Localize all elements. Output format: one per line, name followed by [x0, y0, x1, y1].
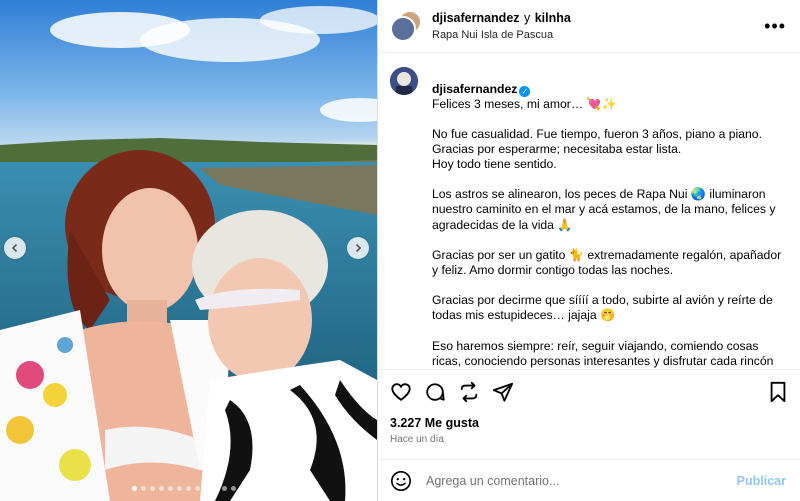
caption-paragraph-4: Gracias por decirme que síííí a todo, su…	[432, 293, 773, 323]
avatar-image	[390, 67, 418, 95]
carousel-dot	[231, 486, 236, 491]
bookmark-icon[interactable]	[768, 381, 788, 403]
caption-paragraph-5: Eso haremos siempre: reír, seguir viajan…	[432, 338, 774, 368]
post-authors: djisafernandez y kilnha Rapa Nui Isla de…	[432, 9, 764, 44]
carousel-dot	[150, 486, 155, 491]
carousel-dots	[0, 486, 377, 491]
avatar-djisafernandez[interactable]	[390, 16, 416, 42]
post-media[interactable]	[0, 0, 377, 501]
post-location[interactable]: Rapa Nui Isla de Pascua	[432, 27, 764, 44]
comment-icon[interactable]	[424, 381, 446, 403]
caption: djisafernandez ✓ Felices 3 meses, mi amor…	[390, 67, 786, 369]
carousel-dot	[240, 486, 245, 491]
post-photo	[0, 0, 377, 501]
chevron-left-icon	[11, 243, 18, 253]
carousel-next-button[interactable]	[347, 237, 369, 259]
caption-text: djisafernandez ✓ Felices 3 meses, mi amor…	[432, 67, 786, 369]
heart-icon[interactable]	[390, 381, 412, 403]
author-connector: y	[523, 10, 531, 25]
caption-first-line: Felices 3 meses, mi amor… 💘✨	[432, 97, 617, 112]
likes-count[interactable]: 3.227 Me gusta	[378, 413, 800, 433]
send-icon[interactable]	[492, 381, 514, 403]
chevron-right-icon	[355, 243, 362, 253]
carousel-dot	[204, 486, 209, 491]
collab-avatars[interactable]	[390, 10, 422, 42]
post-side-panel: djisafernandez y kilnha Rapa Nui Isla de…	[377, 0, 800, 501]
author-username[interactable]: djisafernandez	[432, 11, 520, 25]
carousel-dot	[168, 486, 173, 491]
emoji-icon[interactable]	[390, 470, 412, 492]
add-comment-bar: Publicar	[378, 459, 800, 501]
carousel-dot	[177, 486, 182, 491]
carousel-dot	[159, 486, 164, 491]
post-actions	[378, 369, 800, 413]
carousel-dot	[222, 486, 227, 491]
carousel-dot	[186, 486, 191, 491]
carousel-dot	[195, 486, 200, 491]
carousel-dot	[132, 486, 137, 491]
verified-icon: ✓	[519, 86, 531, 98]
carousel-prev-button[interactable]	[4, 237, 26, 259]
carousel-dot	[141, 486, 146, 491]
comment-input[interactable]	[424, 472, 737, 489]
publish-button[interactable]: Publicar	[737, 474, 786, 488]
more-options-button[interactable]: •••	[764, 17, 786, 35]
post-header: djisafernandez y kilnha Rapa Nui Isla de…	[378, 0, 800, 53]
share-icon[interactable]	[458, 381, 480, 403]
caption-area: djisafernandez ✓ Felices 3 meses, mi amor…	[378, 53, 800, 369]
caption-paragraph-1: No fue casualidad. Fue tiempo, fueron 3 …	[432, 126, 762, 172]
caption-paragraph-3: Gracias por ser un gatito 🐈 extremadamen…	[432, 247, 782, 278]
caption-avatar[interactable]	[390, 67, 418, 95]
caption-username[interactable]: djisafernandez	[432, 82, 517, 96]
post-timestamp[interactable]: Hace un día	[378, 433, 800, 451]
caption-paragraph-2: Los astros se alinearon, los peces de Ra…	[432, 187, 776, 232]
collaborator-username[interactable]: kilnha	[535, 11, 571, 25]
carousel-dot	[213, 486, 218, 491]
